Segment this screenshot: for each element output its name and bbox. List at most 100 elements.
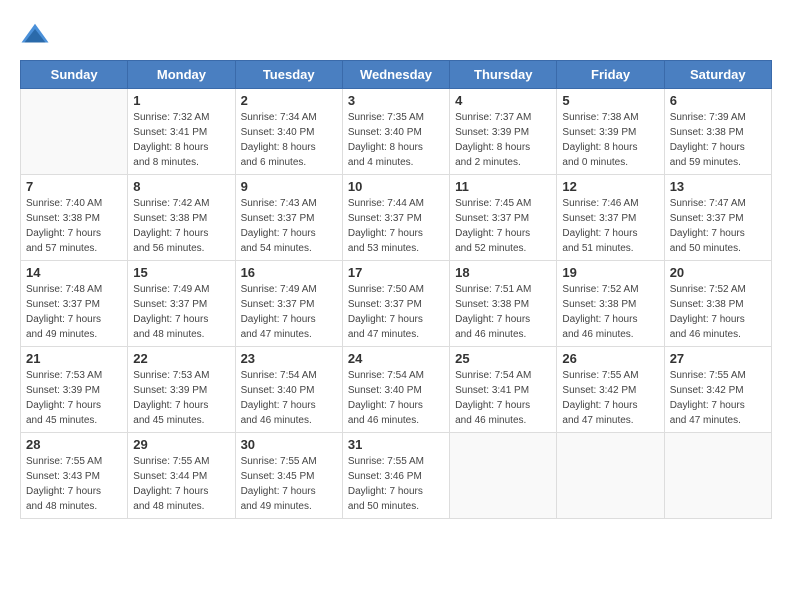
day-number: 29 [133,437,229,452]
day-info: Sunrise: 7:40 AM Sunset: 3:38 PM Dayligh… [26,196,122,256]
day-info: Sunrise: 7:42 AM Sunset: 3:38 PM Dayligh… [133,196,229,256]
day-cell: 25 Sunrise: 7:54 AM Sunset: 3:41 PM Dayli… [450,347,557,433]
calendar-table: SundayMondayTuesdayWednesdayThursdayFrid… [20,60,772,519]
day-cell: 6 Sunrise: 7:39 AM Sunset: 3:38 PM Daylig… [664,89,771,175]
day-info: Sunrise: 7:44 AM Sunset: 3:37 PM Dayligh… [348,196,444,256]
day-number: 25 [455,351,551,366]
day-number: 10 [348,179,444,194]
day-cell: 29 Sunrise: 7:55 AM Sunset: 3:44 PM Dayli… [128,433,235,519]
day-info: Sunrise: 7:55 AM Sunset: 3:44 PM Dayligh… [133,454,229,514]
day-info: Sunrise: 7:52 AM Sunset: 3:38 PM Dayligh… [562,282,658,342]
day-cell: 11 Sunrise: 7:45 AM Sunset: 3:37 PM Dayli… [450,175,557,261]
day-number: 27 [670,351,766,366]
day-cell: 28 Sunrise: 7:55 AM Sunset: 3:43 PM Dayli… [21,433,128,519]
day-cell: 3 Sunrise: 7:35 AM Sunset: 3:40 PM Daylig… [342,89,449,175]
day-info: Sunrise: 7:53 AM Sunset: 3:39 PM Dayligh… [26,368,122,428]
day-info: Sunrise: 7:50 AM Sunset: 3:37 PM Dayligh… [348,282,444,342]
day-number: 23 [241,351,337,366]
day-number: 8 [133,179,229,194]
day-number: 26 [562,351,658,366]
day-cell: 7 Sunrise: 7:40 AM Sunset: 3:38 PM Daylig… [21,175,128,261]
day-number: 19 [562,265,658,280]
day-cell [664,433,771,519]
day-number: 21 [26,351,122,366]
logo [20,20,54,50]
day-cell: 20 Sunrise: 7:52 AM Sunset: 3:38 PM Dayli… [664,261,771,347]
week-row-5: 28 Sunrise: 7:55 AM Sunset: 3:43 PM Dayli… [21,433,772,519]
page-header [20,20,772,50]
day-info: Sunrise: 7:39 AM Sunset: 3:38 PM Dayligh… [670,110,766,170]
day-info: Sunrise: 7:35 AM Sunset: 3:40 PM Dayligh… [348,110,444,170]
day-cell: 2 Sunrise: 7:34 AM Sunset: 3:40 PM Daylig… [235,89,342,175]
day-info: Sunrise: 7:43 AM Sunset: 3:37 PM Dayligh… [241,196,337,256]
day-number: 28 [26,437,122,452]
day-number: 13 [670,179,766,194]
day-number: 6 [670,93,766,108]
day-number: 16 [241,265,337,280]
day-number: 11 [455,179,551,194]
week-row-3: 14 Sunrise: 7:48 AM Sunset: 3:37 PM Dayli… [21,261,772,347]
day-info: Sunrise: 7:55 AM Sunset: 3:43 PM Dayligh… [26,454,122,514]
day-info: Sunrise: 7:49 AM Sunset: 3:37 PM Dayligh… [241,282,337,342]
day-info: Sunrise: 7:47 AM Sunset: 3:37 PM Dayligh… [670,196,766,256]
day-number: 15 [133,265,229,280]
days-header-row: SundayMondayTuesdayWednesdayThursdayFrid… [21,61,772,89]
day-info: Sunrise: 7:55 AM Sunset: 3:42 PM Dayligh… [670,368,766,428]
logo-icon [20,20,50,50]
day-cell: 10 Sunrise: 7:44 AM Sunset: 3:37 PM Dayli… [342,175,449,261]
day-cell: 15 Sunrise: 7:49 AM Sunset: 3:37 PM Dayli… [128,261,235,347]
day-cell: 21 Sunrise: 7:53 AM Sunset: 3:39 PM Dayli… [21,347,128,433]
day-cell [21,89,128,175]
day-number: 9 [241,179,337,194]
day-cell: 14 Sunrise: 7:48 AM Sunset: 3:37 PM Dayli… [21,261,128,347]
day-cell: 30Sunrise: 7:55 AM Sunset: 3:45 PM Dayli… [235,433,342,519]
day-header-wednesday: Wednesday [342,61,449,89]
day-info: Sunrise: 7:34 AM Sunset: 3:40 PM Dayligh… [241,110,337,170]
day-cell [557,433,664,519]
day-number: 17 [348,265,444,280]
day-header-friday: Friday [557,61,664,89]
day-number: 18 [455,265,551,280]
day-info: Sunrise: 7:48 AM Sunset: 3:37 PM Dayligh… [26,282,122,342]
day-cell: 13 Sunrise: 7:47 AM Sunset: 3:37 PM Dayli… [664,175,771,261]
day-number: 7 [26,179,122,194]
day-info: Sunrise: 7:54 AM Sunset: 3:41 PM Dayligh… [455,368,551,428]
day-info: Sunrise: 7:55 AM Sunset: 3:42 PM Dayligh… [562,368,658,428]
day-cell: 22 Sunrise: 7:53 AM Sunset: 3:39 PM Dayli… [128,347,235,433]
day-info: Sunrise: 7:38 AM Sunset: 3:39 PM Dayligh… [562,110,658,170]
day-info: Sunrise: 7:37 AM Sunset: 3:39 PM Dayligh… [455,110,551,170]
week-row-2: 7 Sunrise: 7:40 AM Sunset: 3:38 PM Daylig… [21,175,772,261]
day-number: 20 [670,265,766,280]
day-header-sunday: Sunday [21,61,128,89]
day-header-saturday: Saturday [664,61,771,89]
day-cell: 17 Sunrise: 7:50 AM Sunset: 3:37 PM Dayli… [342,261,449,347]
day-cell: 5Sunrise: 7:38 AM Sunset: 3:39 PM Daylig… [557,89,664,175]
day-number: 24 [348,351,444,366]
day-number: 22 [133,351,229,366]
day-cell: 23 Sunrise: 7:54 AM Sunset: 3:40 PM Dayli… [235,347,342,433]
day-cell: 19 Sunrise: 7:52 AM Sunset: 3:38 PM Dayli… [557,261,664,347]
day-info: Sunrise: 7:54 AM Sunset: 3:40 PM Dayligh… [241,368,337,428]
day-info: Sunrise: 7:49 AM Sunset: 3:37 PM Dayligh… [133,282,229,342]
day-cell: 16 Sunrise: 7:49 AM Sunset: 3:37 PM Dayli… [235,261,342,347]
day-cell: 8 Sunrise: 7:42 AM Sunset: 3:38 PM Daylig… [128,175,235,261]
day-info: Sunrise: 7:55 AM Sunset: 3:46 PM Dayligh… [348,454,444,514]
day-number: 1 [133,93,229,108]
day-cell: 31Sunrise: 7:55 AM Sunset: 3:46 PM Dayli… [342,433,449,519]
day-number: 3 [348,93,444,108]
day-cell: 27 Sunrise: 7:55 AM Sunset: 3:42 PM Dayli… [664,347,771,433]
day-number: 4 [455,93,551,108]
day-info: Sunrise: 7:45 AM Sunset: 3:37 PM Dayligh… [455,196,551,256]
day-cell [450,433,557,519]
week-row-4: 21 Sunrise: 7:53 AM Sunset: 3:39 PM Dayli… [21,347,772,433]
day-info: Sunrise: 7:53 AM Sunset: 3:39 PM Dayligh… [133,368,229,428]
day-number: 14 [26,265,122,280]
day-cell: 12Sunrise: 7:46 AM Sunset: 3:37 PM Dayli… [557,175,664,261]
day-number: 2 [241,93,337,108]
day-info: Sunrise: 7:46 AM Sunset: 3:37 PM Dayligh… [562,196,658,256]
day-info: Sunrise: 7:55 AM Sunset: 3:45 PM Dayligh… [241,454,337,514]
day-info: Sunrise: 7:52 AM Sunset: 3:38 PM Dayligh… [670,282,766,342]
day-cell: 26 Sunrise: 7:55 AM Sunset: 3:42 PM Dayli… [557,347,664,433]
day-header-monday: Monday [128,61,235,89]
day-cell: 18Sunrise: 7:51 AM Sunset: 3:38 PM Dayli… [450,261,557,347]
